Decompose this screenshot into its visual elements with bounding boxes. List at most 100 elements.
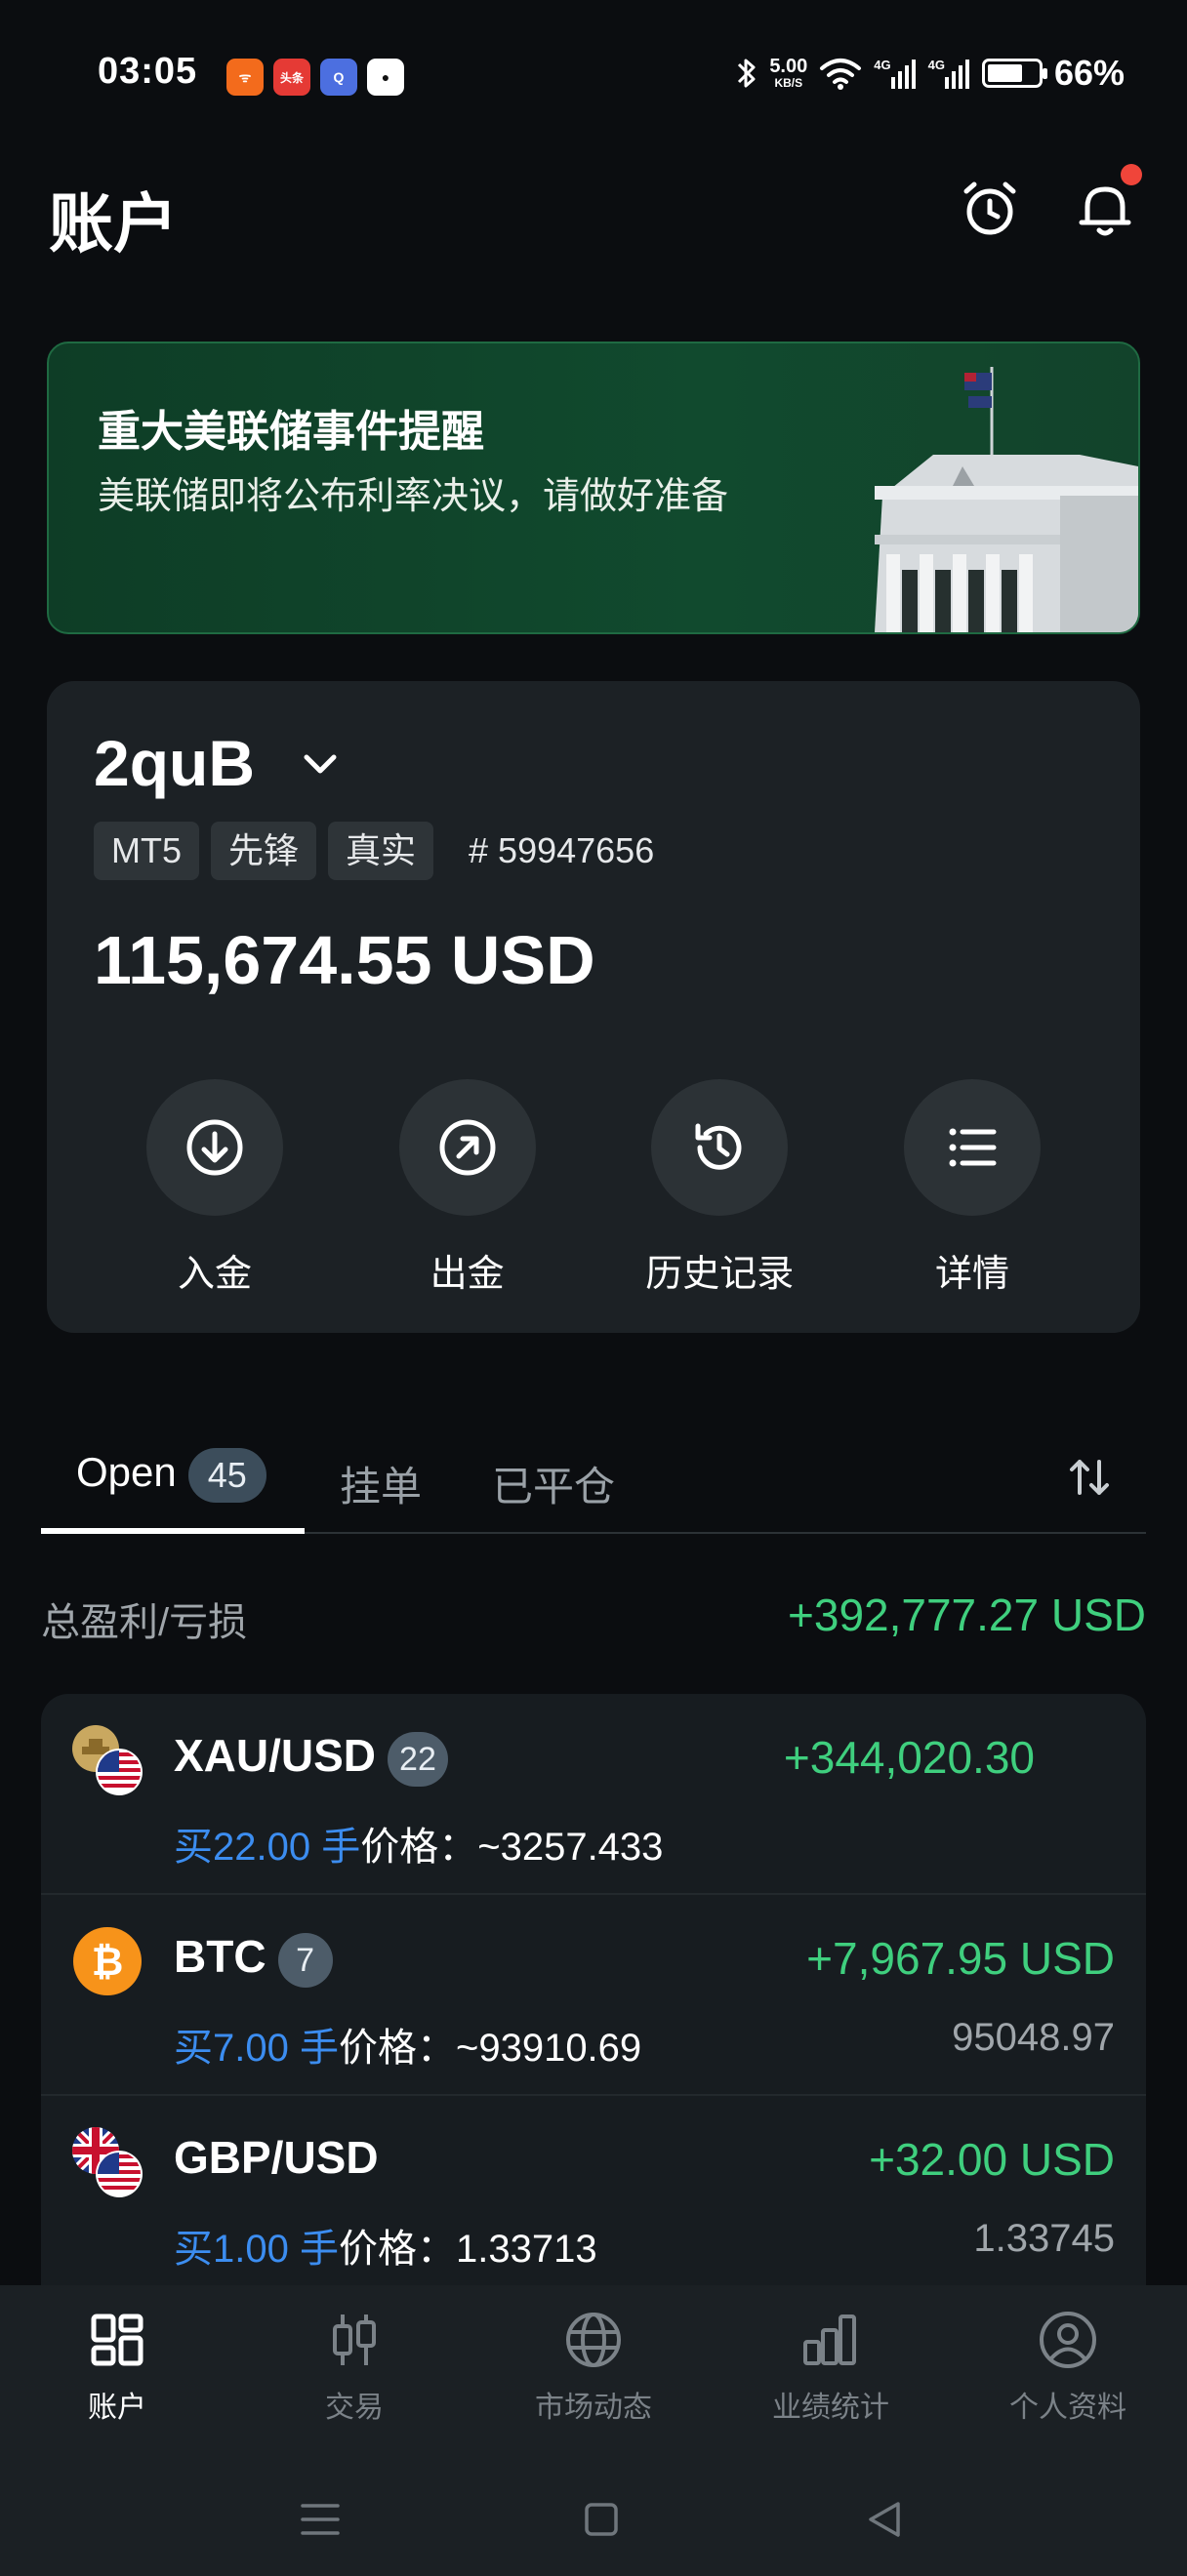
bitcoin-icon: ₿ [73,1927,142,1995]
tab-open[interactable]: Open 45 [76,1448,266,1503]
nav-account[interactable]: 账户 [10,2309,225,2426]
alarm-clock-button[interactable] [959,178,1021,240]
account-tags: MT5 先锋 真实 # 59947656 [94,822,654,880]
signal-bars-icon [890,60,916,89]
total-pnl-label: 总盈利/亏损 [41,1601,248,1644]
cell-signal-2: 4G [928,58,970,89]
active-tab-underline [41,1528,305,1534]
net-speed-unit: KB/S [774,76,803,90]
position-profit: +32.00 USD [869,2134,1115,2185]
position-symbol: XAU/USD 22 [174,1729,448,1787]
browser-app-icon: Q [320,59,357,96]
deposit-button[interactable]: 入金 [127,1079,303,1297]
platform-tag: MT5 [94,822,199,880]
withdraw-button[interactable]: 出金 [380,1079,555,1297]
position-profit: +7,967.95 USD [806,1933,1115,1984]
history-label: 历史记录 [645,1254,795,1295]
position-symbol: GBP/USD [174,2131,379,2184]
withdraw-icon-circle [398,1079,536,1216]
cell-signal-1-type: 4G [874,58,891,72]
nav-performance-label: 业绩统计 [772,2392,889,2424]
status-app-icons: ᯤ 头条 Q ● [226,59,404,96]
status-right: 5.00 KB/S 4G 4G 66% [736,53,1125,94]
position-row[interactable]: ₿ BTC 7 +7,967.95 USD 买7.00 手价格：~93910.69… [41,1895,1146,2096]
current-price: 1.33745 [973,2217,1115,2260]
price-label: 价格： [360,1826,478,1869]
nav-profile[interactable]: 个人资料 [961,2309,1175,2426]
nav-account-label: 账户 [88,2392,146,2424]
profile-icon [1040,2312,1096,2368]
total-pnl-value: +392,777.27 USD [788,1590,1146,1640]
status-bar: 03:05 ᯤ 头条 Q ● 5.00 KB/S 4G 4G 66% [0,0,1187,156]
federal-reserve-building-image [875,367,1138,632]
notification-dot [1121,164,1142,185]
banner-title: 重大美联储事件提醒 [98,408,484,456]
deposit-icon-circle [146,1079,283,1216]
open-price: ~3257.433 [477,1826,664,1869]
position-row[interactable]: XAU/USD 22 +344,020.30 买22.00 手价格：~3257.4… [41,1694,1146,1895]
open-count-badge: 45 [187,1448,266,1503]
notifications-button[interactable] [1074,164,1142,240]
trade-candles-icon [333,2314,376,2365]
bluetooth-icon [738,59,756,88]
open-price: ~93910.69 [455,2027,642,2070]
current-price: 95048.97 [952,2016,1115,2059]
history-icon [695,1123,742,1170]
tab-open-label: Open [76,1449,177,1496]
gold-usd-pair-icon [72,1725,143,1795]
bell-icon [1079,186,1131,236]
sort-button[interactable] [1062,1450,1117,1505]
nav-profile-label: 个人资料 [1009,2392,1126,2424]
details-button[interactable]: 详情 [884,1079,1060,1297]
nav-market-label: 市场动态 [535,2392,652,2424]
position-side: 买7.00 手 [174,2027,339,2070]
real-account-tag: 真实 [328,822,434,880]
bar-chart-icon [803,2314,856,2365]
position-symbol: BTC 7 [174,1930,333,1988]
home-square-icon[interactable] [572,2490,631,2549]
account-actions: 入金 出金 历史记录 详情 [127,1079,1060,1297]
symbol-name: GBP/USD [174,2132,379,2183]
sort-arrows-icon [1070,1460,1109,1495]
account-grid-icon [91,2314,143,2366]
position-row[interactable]: GBP/USD +32.00 USD 买1.00 手价格：1.33713 1.3… [41,2096,1146,2297]
symbol-name: BTC [174,1931,266,1982]
tab-closed[interactable]: 已平仓 [492,1454,615,1513]
nav-trade[interactable]: 交易 [247,2309,462,2426]
banner-text: 美联储即将公布利率决议，请做好准备 [98,476,729,517]
nav-performance[interactable]: 业绩统计 [723,2309,938,2426]
positions-list: XAU/USD 22 +344,020.30 买22.00 手价格：~3257.4… [41,1694,1146,2299]
details-icon-circle [903,1079,1041,1216]
price-label: 价格： [338,2228,456,2271]
battery-percent: 66% [1053,53,1125,93]
position-count-badge: 7 [277,1932,333,1988]
battery-icon [981,59,1047,88]
account-card: 2quB MT5 先锋 真实 # 59947656 115,674.55 USD… [47,681,1140,1333]
chevron-down-icon [304,754,337,774]
open-price: 1.33713 [455,2228,597,2271]
account-switch-button[interactable] [297,745,344,785]
position-details: 买1.00 手价格：1.33713 [174,2217,597,2274]
alarm-clock-icon [963,181,1016,235]
tab-pending[interactable]: 挂单 [340,1454,422,1513]
positions-tabs: Open 45 挂单 已平仓 [41,1427,1146,1534]
fed-event-banner[interactable]: 重大美联储事件提醒 美联储即将公布利率决议，请做好准备 [47,342,1140,634]
gbp-usd-pair-icon [72,2127,143,2197]
withdraw-label: 出金 [430,1254,505,1295]
position-count-badge: 22 [388,1731,448,1787]
position-profit: +344,020.30 [783,1732,1035,1783]
position-side: 买22.00 手 [174,1826,361,1869]
menu-icon[interactable] [291,2490,349,2549]
bottom-navigation: 账户 交易 市场动态 业绩统计 个人资料 [0,2285,1187,2576]
signal-bars-icon [944,60,969,89]
position-side: 买1.00 手 [174,2228,339,2271]
account-type-tag: 先锋 [211,822,317,880]
qq-app-icon: ● [367,59,404,96]
svg-text:₿: ₿ [92,1940,124,1985]
history-icon-circle [651,1079,789,1216]
page-title: 账户 [49,187,178,260]
cell-signal-2-type: 4G [927,58,945,72]
back-triangle-icon[interactable] [855,2490,914,2549]
nav-market[interactable]: 市场动态 [486,2309,701,2426]
history-button[interactable]: 历史记录 [632,1079,807,1297]
